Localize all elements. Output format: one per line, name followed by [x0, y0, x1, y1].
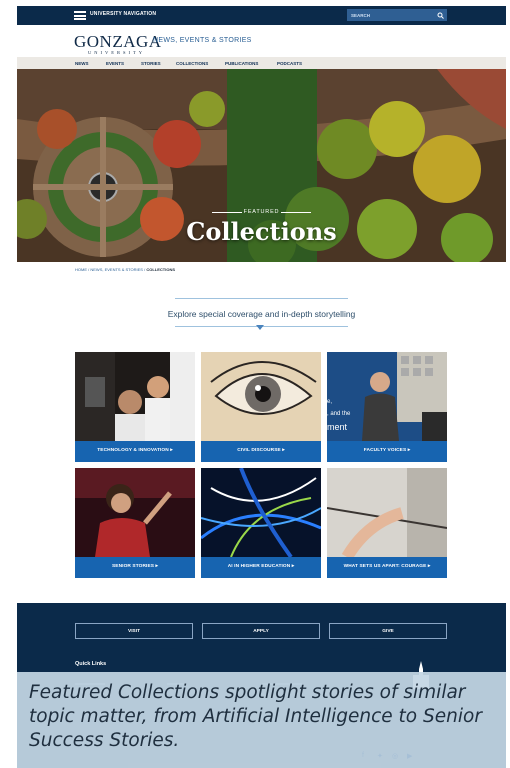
search-button[interactable] [433, 9, 447, 21]
tile-overlay-text: ment [327, 422, 348, 432]
tile-label: WHAT SETS US APART: COURAGE ▸ [343, 564, 431, 569]
facebook-icon[interactable]: f [362, 752, 364, 759]
tile-image [75, 468, 195, 557]
hamburger-menu-icon[interactable] [74, 11, 86, 20]
search-icon [437, 12, 444, 19]
subnav-stories[interactable]: STORIES [141, 61, 161, 66]
tile-image [201, 468, 321, 557]
subnav-news[interactable]: NEWS [75, 61, 89, 66]
give-button[interactable]: GIVE [329, 623, 447, 639]
tile-label-bar: FACULTY VOICES ▸ [327, 441, 447, 462]
subnav-podcasts[interactable]: PODCASTS [277, 61, 302, 66]
subnav-collections[interactable]: COLLECTIONS [176, 61, 208, 66]
tile-label: FACULTY VOICES ▸ [363, 448, 411, 453]
tile-overlay-text: , and the [327, 411, 351, 417]
page-frame: UNIVERSITY NAVIGATION SEARCH GONZAGA UNI… [17, 6, 506, 768]
twitter-icon[interactable]: ✦ [377, 752, 383, 760]
logo-wordmark: GONZAGA [74, 32, 162, 51]
tile-label-bar: TECHNOLOGY & INNOVATION ▸ [75, 441, 195, 462]
university-topbar: UNIVERSITY NAVIGATION SEARCH [17, 6, 506, 25]
search-input[interactable]: SEARCH [347, 9, 433, 21]
tile-civil-discourse[interactable]: CIVIL DISCOURSE ▸ [201, 352, 321, 462]
tile-label-bar: AI IN HIGHER EDUCATION ▸ [201, 557, 321, 578]
tile-label: AI IN HIGHER EDUCATION ▸ [227, 564, 295, 569]
hero-title: Collections [186, 217, 337, 246]
breadcrumb: HOME / NEWS, EVENTS & STORIES / COLLECTI… [75, 267, 175, 272]
university-navigation-link[interactable]: UNIVERSITY NAVIGATION [90, 11, 156, 17]
intro-top-rule [175, 298, 348, 299]
gonzaga-logo[interactable]: GONZAGA UNIVERSITY [74, 32, 162, 55]
hero-banner: FEATURED Collections [17, 69, 506, 262]
tile-what-sets-us-apart-courage[interactable]: WHAT SETS US APART: COURAGE ▸ [327, 468, 447, 578]
breadcrumb-current: COLLECTIONS [146, 267, 176, 272]
instagram-icon[interactable]: ◎ [392, 752, 398, 760]
site-title[interactable]: NEWS, EVENTS & STORIES [153, 37, 252, 44]
youtube-icon[interactable]: ▶ [407, 752, 412, 760]
section-nav: NEWS EVENTS STORIES COLLECTIONS PUBLICAT… [17, 57, 506, 69]
tile-senior-stories[interactable]: SENIOR STORIES ▸ [75, 468, 195, 578]
intro-text: Explore special coverage and in-depth st… [167, 309, 356, 319]
tile-label-bar: CIVIL DISCOURSE ▸ [201, 441, 321, 462]
quick-links-title: Quick Links [75, 661, 107, 667]
tile-image [327, 468, 447, 557]
caption-text: Featured Collections spotlight stories o… [29, 682, 482, 751]
visit-button[interactable]: VISIT [75, 623, 193, 639]
tile-overlay-text: e, [327, 399, 333, 405]
kicker-rule-right [281, 212, 311, 213]
breadcrumb-home[interactable]: HOME [75, 267, 87, 272]
tile-ai-higher-education[interactable]: AI IN HIGHER EDUCATION ▸ [201, 468, 321, 578]
caption-overlay: Featured Collections spotlight stories o… [17, 672, 506, 768]
tile-label: TECHNOLOGY & INNOVATION ▸ [97, 448, 173, 453]
intro-pointer-icon [256, 325, 264, 330]
tile-label-bar: SENIOR STORIES ▸ [75, 557, 195, 578]
tile-image [75, 352, 195, 441]
tile-image [201, 352, 321, 441]
tile-label-bar: WHAT SETS US APART: COURAGE ▸ [327, 557, 447, 578]
tile-label: SENIOR STORIES ▸ [111, 564, 159, 569]
tile-faculty-voices[interactable]: e, , and the ment FACULTY VOICES ▸ [327, 352, 447, 462]
hero-kicker: FEATURED [243, 209, 280, 215]
subnav-events[interactable]: EVENTS [106, 61, 124, 66]
breadcrumb-section[interactable]: NEWS, EVENTS & STORIES [90, 267, 143, 272]
tile-technology-innovation[interactable]: TECHNOLOGY & INNOVATION ▸ [75, 352, 195, 462]
apply-button[interactable]: APPLY [202, 623, 320, 639]
subnav-publications[interactable]: PUBLICATIONS [225, 61, 258, 66]
tile-label: CIVIL DISCOURSE ▸ [237, 448, 285, 453]
